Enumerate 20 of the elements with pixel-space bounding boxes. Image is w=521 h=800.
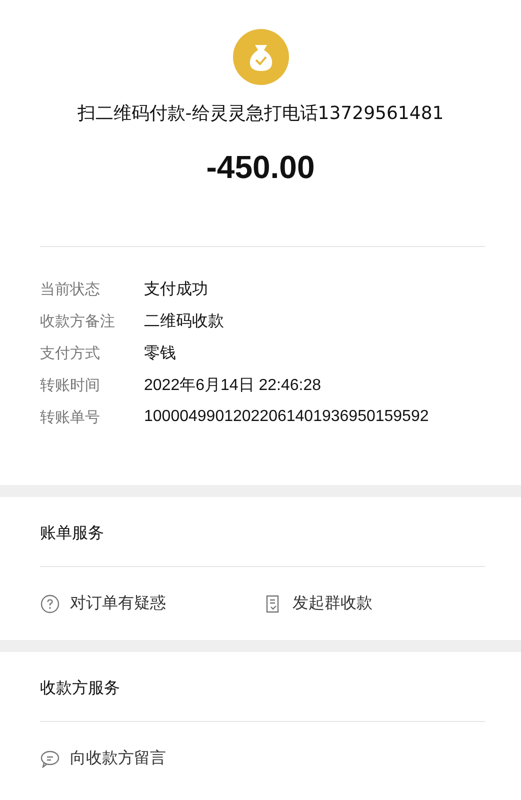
detail-label: 转账单号 <box>40 408 101 426</box>
payment-amount: -450.00 <box>206 149 315 186</box>
detail-value: 支付成功 <box>144 280 208 300</box>
detail-label: 当前状态 <box>40 280 101 298</box>
detail-value: 二维码收款 <box>144 312 224 332</box>
action-link[interactable]: 发起群收款 <box>262 593 485 614</box>
chat-bubble-icon <box>40 750 60 768</box>
question-icon <box>40 594 60 614</box>
payment-title: 扫二维码付款-给灵灵急打电话13729561481 <box>77 102 444 125</box>
detail-value: 2022年6月14日 22:46:28 <box>144 376 322 396</box>
section-title: 收款方服务 <box>40 677 121 699</box>
action-link[interactable]: 对订单有疑惑 <box>40 593 262 614</box>
detail-value: 10000499012022061401936950159592 <box>144 408 429 426</box>
section-title: 账单服务 <box>40 522 105 544</box>
detail-label: 转账时间 <box>40 376 101 394</box>
detail-label: 收款方备注 <box>40 312 116 330</box>
action-link[interactable]: 向收款方留言 <box>40 748 276 769</box>
detail-value: 零钱 <box>144 344 176 364</box>
detail-label: 支付方式 <box>40 344 101 362</box>
money-bag-icon <box>232 29 288 85</box>
